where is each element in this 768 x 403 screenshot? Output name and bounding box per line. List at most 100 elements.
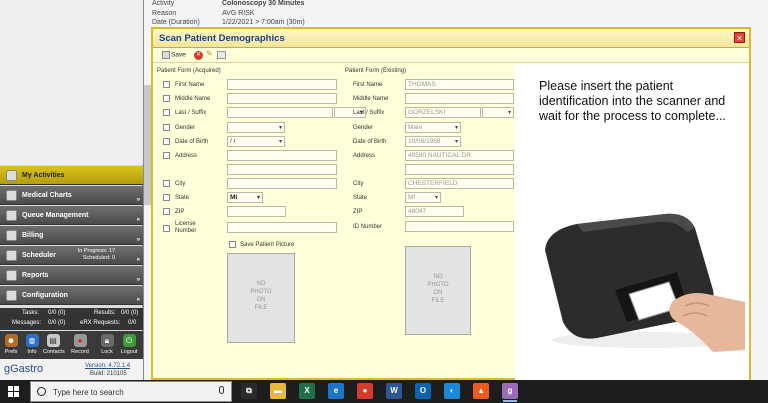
sidebar-item-medical-charts[interactable]: Medical Charts »	[0, 186, 143, 205]
windows-start-icon[interactable]	[8, 386, 19, 397]
excel-icon[interactable]: X	[299, 383, 315, 399]
messages-label: Messages:	[12, 320, 42, 326]
first-name-label: First Name	[175, 82, 205, 88]
edge-legacy-icon[interactable]: e	[328, 383, 344, 399]
dialog-toolbar: Save ✕ ✎	[153, 49, 749, 63]
version-link[interactable]: Version: 4.72.1.4	[85, 363, 130, 369]
contacts-button[interactable]: ▤ Contacts	[43, 332, 65, 358]
expand-icon[interactable]: »	[137, 297, 140, 303]
existing-address-label: Address	[353, 153, 376, 159]
city-checkbox[interactable]	[163, 180, 170, 187]
task-view-icon[interactable]: ⧉	[241, 383, 257, 399]
activity-row: Activity Colonoscopy 30 Minutes	[152, 0, 304, 7]
note-icon[interactable]	[217, 51, 226, 59]
existing-dob-value: 10/08/1968	[405, 136, 461, 147]
license-label: License Number	[175, 221, 197, 234]
cancel-icon[interactable]: ✕	[194, 51, 203, 60]
sidebar-item-billing[interactable]: Billing »	[0, 226, 143, 245]
expand-icon[interactable]: »	[137, 277, 140, 283]
pencil-icon[interactable]: ✎	[206, 49, 213, 58]
existing-first-name-value: THOMAS	[405, 79, 514, 90]
existing-city-label: City	[353, 181, 364, 187]
zip-checkbox[interactable]	[163, 208, 170, 215]
no-photo-text: NO	[433, 274, 443, 280]
existing-id-number-label: ID Number	[353, 224, 383, 230]
acquired-city-input[interactable]	[227, 178, 337, 189]
first-name-checkbox[interactable]	[163, 81, 170, 88]
existing-last-name-value: GORZELSKI	[405, 107, 481, 118]
acquired-license-input[interactable]	[227, 222, 337, 233]
acquired-last-name-input[interactable]	[227, 107, 333, 118]
lock-icon: 🔒︎	[100, 334, 114, 347]
acquired-zip-input[interactable]	[227, 206, 286, 217]
record-button[interactable]: ● Record	[70, 332, 90, 358]
messages-value[interactable]: 0/0 (0)	[48, 320, 65, 326]
existing-middle-name-value	[405, 93, 514, 104]
search-placeholder: Type here to search	[53, 388, 124, 397]
expand-icon[interactable]: »	[137, 197, 140, 203]
state-checkbox[interactable]	[163, 194, 170, 201]
activity-label: Activity	[152, 0, 175, 7]
activities-icon	[6, 170, 17, 181]
record-label: Record	[71, 349, 89, 355]
existing-address-line2-value	[405, 164, 514, 175]
gastro-app-icon[interactable]: g	[502, 383, 518, 402]
sidebar-item-label: My Activities	[22, 171, 65, 179]
tasks-value[interactable]: 0/0 (0)	[48, 310, 65, 316]
acquired-middle-name-input[interactable]	[227, 93, 337, 104]
expand-icon[interactable]: »	[137, 217, 140, 223]
no-photo-text: NO	[256, 281, 266, 287]
reason-row: Reason AVG RISK	[152, 10, 255, 17]
taskbar-search-box[interactable]: Type here to search	[30, 381, 232, 402]
brave-icon[interactable]: ▲	[473, 383, 489, 399]
file-explorer-icon[interactable]: ▬	[270, 383, 286, 399]
save-picture-checkbox[interactable]	[229, 241, 236, 248]
power-icon: ⏻	[122, 334, 136, 347]
sidebar-item-label: Billing	[22, 231, 44, 239]
no-photo-text: PHOTO	[250, 289, 272, 295]
dob-checkbox[interactable]	[163, 138, 170, 145]
acquired-section-title: Patient Form (Acquired)	[157, 68, 221, 74]
sidebar-item-reports[interactable]: Reports »	[0, 266, 143, 285]
gender-checkbox[interactable]	[163, 124, 170, 131]
quick-toolbar: ☻ Prefs ◍ Info ▤ Contacts ● Record 🔒︎ Lo…	[0, 331, 143, 359]
sidebar-item-scheduler[interactable]: Scheduler In Progress: 17 Scheduled: 0 »	[0, 246, 143, 265]
zip-label: ZIP	[175, 209, 185, 215]
background-scroll-strip	[144, 85, 151, 205]
acquired-state-select[interactable]: MI	[227, 192, 263, 203]
acquired-address-line2-input[interactable]	[227, 164, 337, 175]
results-value[interactable]: 0/0 (0)	[121, 310, 138, 316]
prefs-button[interactable]: ☻ Prefs	[1, 332, 21, 358]
license-checkbox[interactable]	[163, 225, 170, 232]
expand-icon[interactable]: »	[137, 257, 140, 263]
results-label: Results:	[94, 310, 116, 316]
acquired-dob-input[interactable]: / /	[227, 136, 285, 147]
sidebar-item-queue-management[interactable]: Queue Management »	[0, 206, 143, 225]
acquired-address-input[interactable]	[227, 150, 337, 161]
existing-address-value: 49590 NAUTICAL DR	[405, 150, 514, 161]
address-checkbox[interactable]	[163, 152, 170, 159]
logout-button[interactable]: ⏻ Logout	[119, 332, 139, 358]
lock-button[interactable]: 🔒︎ Lock	[97, 332, 117, 358]
existing-gender-label: Gender	[353, 125, 374, 131]
sidebar-item-configuration[interactable]: Configuration »	[0, 286, 143, 305]
save-button[interactable]: Save	[162, 51, 186, 59]
close-icon[interactable]: ✕	[734, 32, 745, 43]
word-icon[interactable]: W	[386, 383, 402, 399]
middle-name-checkbox[interactable]	[163, 95, 170, 102]
erx-value[interactable]: 0/0	[128, 320, 136, 326]
last-suffix-checkbox[interactable]	[163, 109, 170, 116]
outlook-icon[interactable]: O	[415, 383, 431, 399]
acquired-gender-select[interactable]	[227, 122, 285, 133]
info-button[interactable]: ◍ Info	[22, 332, 42, 358]
expand-icon[interactable]: »	[137, 237, 140, 243]
microphone-icon[interactable]	[219, 386, 224, 394]
contacts-icon: ▤	[46, 334, 60, 347]
city-label: City	[175, 181, 186, 187]
acquired-first-name-input[interactable]	[227, 79, 337, 90]
sidebar-item-my-activities[interactable]: My Activities	[0, 166, 143, 185]
chrome-icon[interactable]: ●	[357, 383, 373, 399]
existing-city-value: CHESTERFIELD	[405, 178, 514, 189]
gear-icon	[6, 290, 17, 301]
edge-icon[interactable]: ◐	[444, 383, 460, 399]
